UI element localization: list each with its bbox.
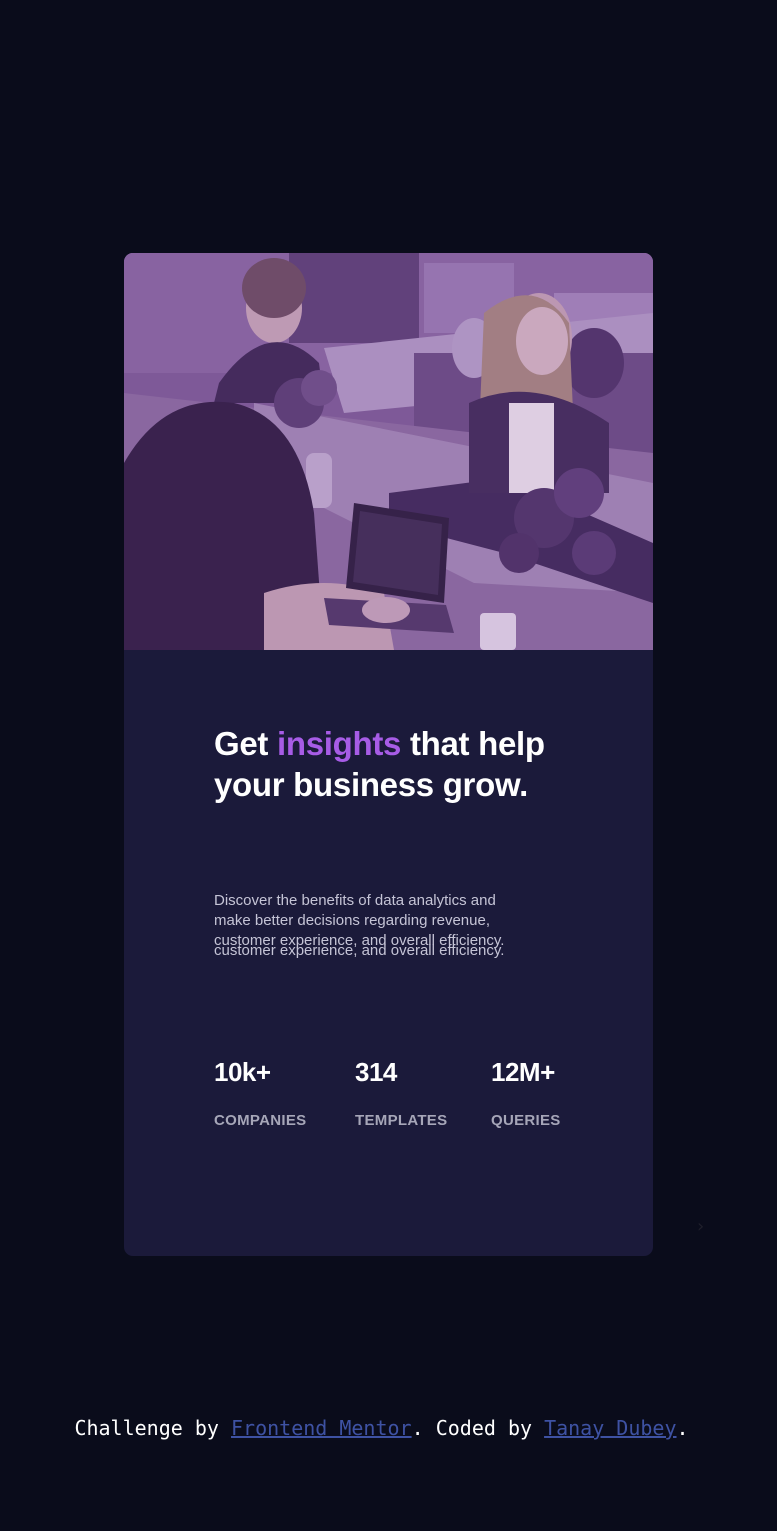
stat-queries: 12M+ QUERIES [491,1057,561,1130]
attribution: Challenge by Frontend Mentor. Coded by T… [0,1414,763,1442]
description-line-2: make better decisions regarding revenue, [214,912,490,929]
author-link[interactable]: Tanay Dubey [544,1416,676,1440]
stat-templates: 314 TEMPLATES [355,1057,447,1130]
description: Discover the benefits of data analytics … [214,891,564,959]
stat-value: 314 [355,1057,397,1087]
description-line-1: Discover the benefits of data analytics … [214,892,496,909]
description-line-3-overlap: customer experience, and overall efficie… [214,942,505,959]
attribution-suffix: . [676,1416,689,1440]
stats-row: 10k+ COMPANIES 314 TEMPLATES 12M+ QUERIE… [214,1057,594,1137]
headline-before: Get [214,725,277,762]
stat-value: 12M+ [491,1057,555,1087]
stats-preview-card: Get insights that help your business gro… [124,253,653,1256]
headline-accent: insights [276,725,402,762]
stat-label: COMPANIES [214,1112,307,1129]
attribution-prefix: Challenge by [74,1416,231,1440]
stat-companies: 10k+ COMPANIES [214,1057,306,1130]
chevron-right-icon: › [697,1216,705,1237]
frontend-mentor-link[interactable]: Frontend Mentor [231,1416,412,1440]
attribution-middle: . Coded by [411,1416,545,1440]
stat-label: QUERIES [491,1112,561,1129]
hero-image [124,253,653,650]
headline: Get insights that help your business gro… [214,723,564,805]
stat-label: TEMPLATES [355,1112,448,1129]
card-content: Get insights that help your business gro… [214,723,564,805]
stat-value: 10k+ [214,1057,271,1087]
